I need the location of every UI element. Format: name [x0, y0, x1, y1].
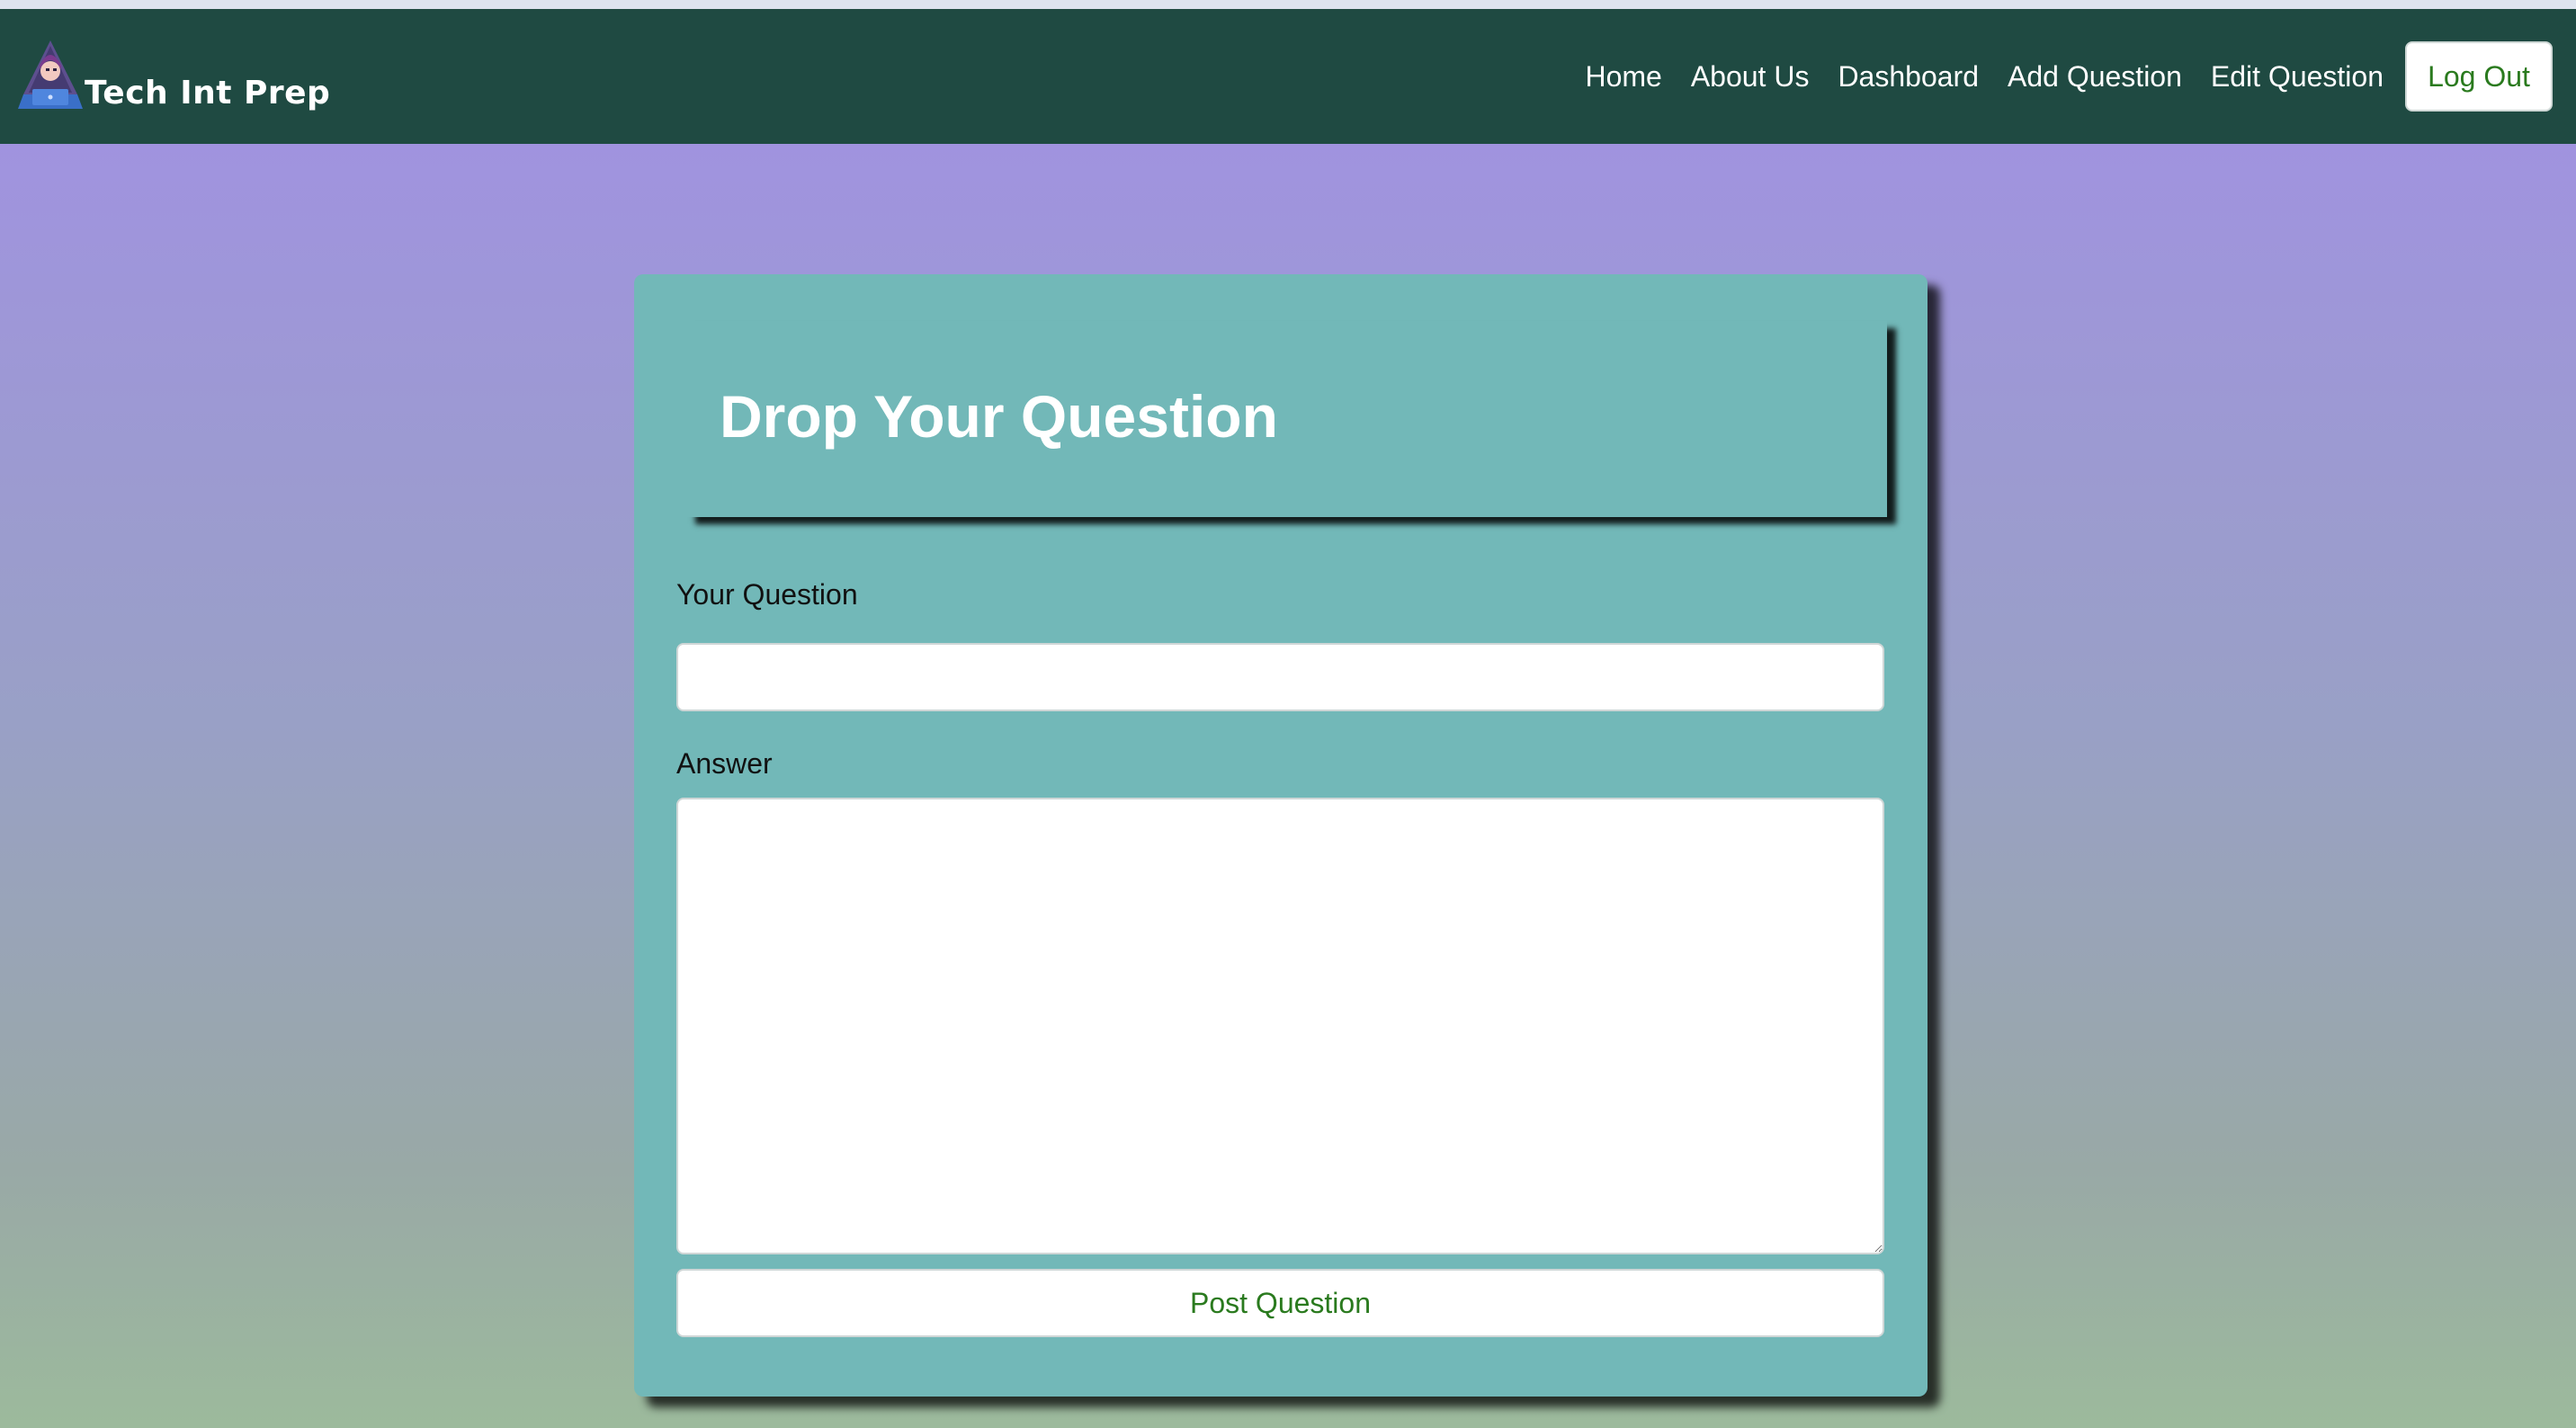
- answer-textarea[interactable]: [676, 798, 1884, 1254]
- nav-link-about-us[interactable]: About Us: [1691, 60, 1810, 94]
- question-input[interactable]: [676, 643, 1884, 711]
- question-form-card: Drop Your Question Your Question Answer …: [634, 274, 1928, 1397]
- question-label: Your Question: [676, 578, 858, 611]
- card-header: Drop Your Question: [686, 321, 1887, 517]
- logout-button[interactable]: Log Out: [2405, 41, 2553, 112]
- nav-link-home[interactable]: Home: [1585, 60, 1661, 94]
- hooded-hacker-laptop-icon: [18, 40, 83, 109]
- nav-link-dashboard[interactable]: Dashboard: [1838, 60, 1979, 94]
- brand-name: Tech Int Prep: [85, 74, 331, 112]
- nav-links: Home About Us Dashboard Add Question Edi…: [1556, 41, 2553, 112]
- post-question-button[interactable]: Post Question: [676, 1269, 1884, 1337]
- answer-label: Answer: [676, 747, 773, 780]
- nav-link-add-question[interactable]: Add Question: [2008, 60, 2182, 94]
- main-content: Drop Your Question Your Question Answer …: [0, 144, 2576, 1428]
- page-title: Drop Your Question: [720, 383, 1278, 450]
- window-top-strip: [0, 0, 2576, 9]
- brand[interactable]: Tech Int Prep: [14, 34, 330, 124]
- nav-link-edit-question[interactable]: Edit Question: [2211, 60, 2384, 94]
- navbar: Tech Int Prep Home About Us Dashboard Ad…: [0, 9, 2576, 144]
